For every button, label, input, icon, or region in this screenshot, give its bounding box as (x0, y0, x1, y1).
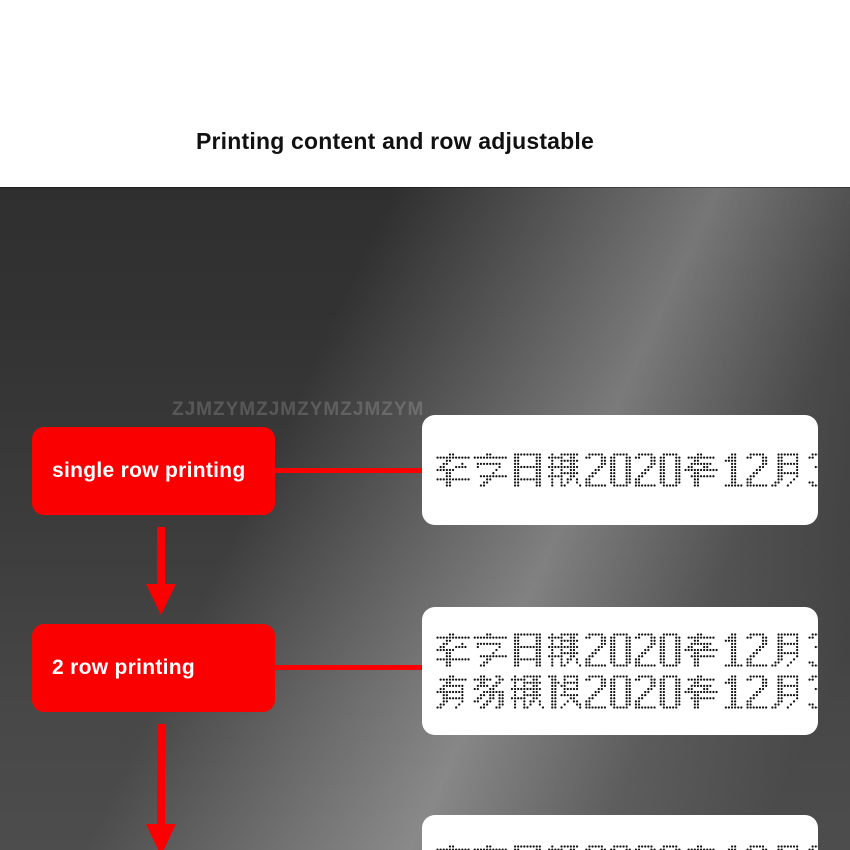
down-arrow-icon-2 (141, 724, 181, 850)
watermark-text: ZJMZYMZJMZYMZJMZYM (172, 399, 425, 420)
down-arrow-icon-1 (141, 527, 181, 615)
step-box-label-2: 2 row printing (52, 656, 196, 679)
print-sample-card-3: 生产日期2020年12月31日 有效期限2020年12月31日 批号ABCDEF… (422, 815, 818, 850)
panel-top-divider (0, 187, 850, 188)
print-row: 有效期限2020年12月31日 (436, 675, 818, 709)
connector-line-2 (272, 665, 427, 670)
print-row: 生产日期2020年12月31日 (436, 453, 818, 487)
title-band: Printing content and row adjustable (0, 0, 850, 187)
connector-line-1 (272, 468, 427, 473)
print-sample-card-1: 生产日期2020年12月31日 (422, 415, 818, 525)
step-box-2-row[interactable]: 2 row printing (32, 624, 275, 712)
print-row: 生产日期2020年12月31日 (436, 633, 818, 667)
step-box-label-1: single row printing (52, 459, 246, 482)
step-box-single-row[interactable]: single row printing (32, 427, 275, 515)
page-title: Printing content and row adjustable (195, 128, 595, 154)
print-sample-card-2: 生产日期2020年12月31日 有效期限2020年12月31日 (422, 607, 818, 735)
print-row: 生产日期2020年12月31日 (436, 845, 818, 850)
diagram-panel: ZJMZYMZJMZYMZJMZYM single row printing 2… (0, 187, 850, 850)
screenshot-root: Printing content and row adjustable ZJMZ… (0, 0, 850, 850)
